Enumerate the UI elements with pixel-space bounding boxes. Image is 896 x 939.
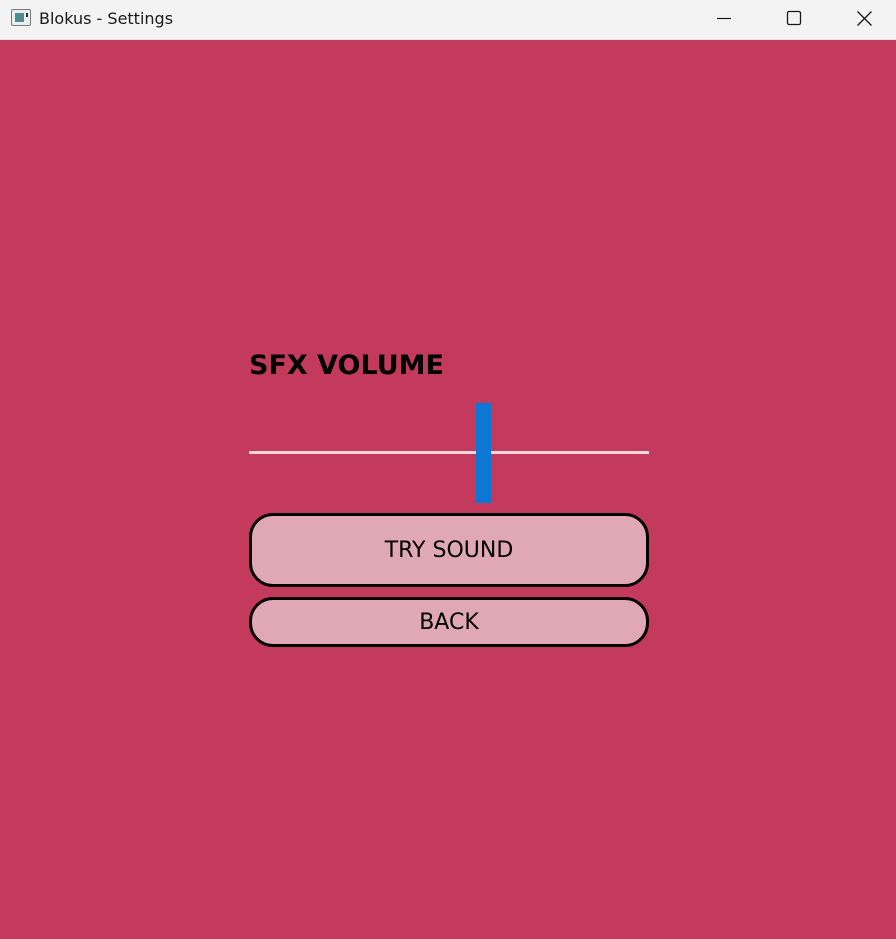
slider-thumb[interactable] [476,403,491,503]
maximize-button[interactable] [759,0,829,38]
close-button[interactable] [829,0,896,38]
close-icon [857,11,872,26]
window-title: Blokus - Settings [39,9,174,28]
slider-track[interactable] [249,451,649,454]
sfx-volume-slider[interactable] [249,403,649,503]
title-bar[interactable]: Blokus - Settings [0,0,896,40]
sfx-volume-label: SFX VOLUME [249,350,444,381]
try-sound-button[interactable]: TRY SOUND [249,513,649,587]
minimize-button[interactable] [689,0,759,38]
app-window: Blokus - Settings SFX VOLUME TRY SOUND B… [0,0,896,939]
minimize-icon [717,17,731,20]
maximize-icon [786,10,802,26]
back-button[interactable]: BACK [249,597,649,647]
app-icon [11,9,31,26]
